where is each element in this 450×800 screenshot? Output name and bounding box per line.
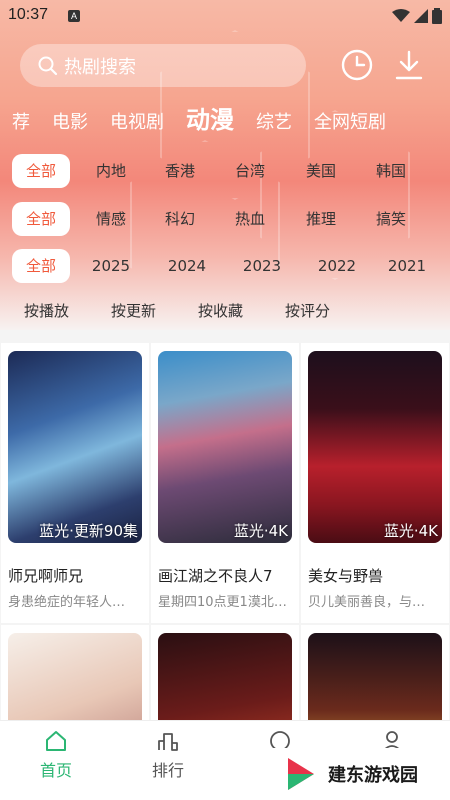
filter-chip[interactable]: 香港 xyxy=(152,154,208,188)
signal-icon xyxy=(414,9,428,23)
filter-chip[interactable]: 热血 xyxy=(208,202,292,236)
tab-variety[interactable]: 综艺 xyxy=(256,108,292,134)
tab-short-drama[interactable]: 全网短剧 xyxy=(314,108,386,134)
status-indicator-icon: A xyxy=(68,10,80,22)
filter-chip[interactable]: 全部 xyxy=(12,249,70,283)
tab-anime[interactable]: 动漫 xyxy=(186,100,234,135)
search-placeholder: 热剧搜索 xyxy=(64,56,136,78)
video-card[interactable]: 蓝光·4K 美女与野兽 贝儿美丽善良，与… xyxy=(301,343,449,623)
video-card[interactable]: 蓝光·4K 画江湖之不良人7 星期四10点更1漠北… xyxy=(151,343,299,623)
watermark-text: 建东游戏园 xyxy=(328,765,418,786)
filter-chip[interactable]: 全部 xyxy=(12,202,70,236)
filter-chip[interactable]: 全部 xyxy=(12,154,70,188)
content-grid: 蓝光·更新90集 师兄啊师兄 身患绝症的年轻人… 蓝光·4K 画江湖之不良人7 … xyxy=(0,343,450,720)
wifi-icon xyxy=(392,9,410,22)
sort-by-plays[interactable]: 按播放 xyxy=(24,300,111,321)
tab-movie[interactable]: 电影 xyxy=(52,108,88,134)
history-clock-icon[interactable] xyxy=(340,48,374,82)
filter-chip[interactable]: 推理 xyxy=(292,202,350,236)
ranking-icon xyxy=(158,733,178,751)
video-card[interactable] xyxy=(1,625,149,720)
category-tabs: 荐 电影 电视剧 动漫 综艺 全网短剧 xyxy=(12,100,408,134)
poster-badge: 蓝光·更新90集 xyxy=(39,522,138,540)
poster-image: 蓝光·4K xyxy=(308,351,442,543)
filter-chip[interactable]: 搞笑 xyxy=(350,202,432,236)
tab-tv[interactable]: 电视剧 xyxy=(110,108,164,134)
filter-chip[interactable]: 2025 xyxy=(70,249,152,283)
nav-label: 首页 xyxy=(39,761,72,780)
tab-recommend[interactable]: 荐 xyxy=(12,108,30,134)
poster-image xyxy=(8,633,142,720)
card-desc: 身患绝症的年轻人… xyxy=(8,595,126,610)
watermark: 建东游戏园 xyxy=(250,748,450,800)
play-logo-icon xyxy=(288,758,314,790)
nav-ranking[interactable]: 排行 xyxy=(138,729,198,781)
filter-row-genre: 全部 情感 科幻 热血 推理 搞笑 xyxy=(12,202,442,236)
filter-chip[interactable]: 内地 xyxy=(70,154,152,188)
filter-row-year: 全部 2025 2024 2023 2022 2021 xyxy=(12,249,442,283)
video-card[interactable] xyxy=(151,625,299,720)
sort-by-rating[interactable]: 按评分 xyxy=(285,300,372,321)
status-time: 10:37 xyxy=(8,6,49,23)
card-desc: 星期四10点更1漠北… xyxy=(158,595,287,610)
filter-chip[interactable]: 2021 xyxy=(372,249,442,283)
card-title: 美女与野兽 xyxy=(308,567,384,585)
sort-by-update[interactable]: 按更新 xyxy=(111,300,198,321)
filter-chip[interactable]: 情感 xyxy=(70,202,152,236)
filter-chip[interactable]: 2022 xyxy=(302,249,372,283)
poster-image xyxy=(308,633,442,720)
battery-icon xyxy=(432,8,442,24)
sort-options: 按播放 按更新 按收藏 按评分 xyxy=(24,300,372,321)
search-input[interactable]: 热剧搜索 xyxy=(20,44,306,87)
filter-chip[interactable]: 2024 xyxy=(152,249,222,283)
video-card[interactable] xyxy=(301,625,449,720)
filter-chip[interactable]: 美国 xyxy=(292,154,350,188)
card-desc: 贝儿美丽善良，与… xyxy=(308,595,426,610)
poster-badge: 蓝光·4K xyxy=(383,522,438,540)
sort-by-favorites[interactable]: 按收藏 xyxy=(198,300,285,321)
download-icon[interactable] xyxy=(392,48,426,82)
nav-label: 排行 xyxy=(151,761,184,780)
search-icon xyxy=(38,56,58,75)
poster-image: 蓝光·4K xyxy=(158,351,292,543)
filter-chip[interactable]: 2023 xyxy=(222,249,302,283)
filter-row-region: 全部 内地 香港 台湾 美国 韩国 xyxy=(12,154,442,188)
filter-chip[interactable]: 韩国 xyxy=(350,154,432,188)
home-icon xyxy=(46,731,66,751)
nav-home[interactable]: 首页 xyxy=(26,729,86,781)
card-title: 师兄啊师兄 xyxy=(8,567,84,585)
filter-chip[interactable]: 科幻 xyxy=(152,202,208,236)
poster-image xyxy=(158,633,292,720)
card-title: 画江湖之不良人7 xyxy=(158,567,273,585)
video-card[interactable]: 蓝光·更新90集 师兄啊师兄 身患绝症的年轻人… xyxy=(1,343,149,623)
poster-badge: 蓝光·4K xyxy=(233,522,288,540)
status-bar: 10:37 A xyxy=(0,0,450,32)
poster-image: 蓝光·更新90集 xyxy=(8,351,142,543)
filter-chip[interactable]: 台湾 xyxy=(208,154,292,188)
